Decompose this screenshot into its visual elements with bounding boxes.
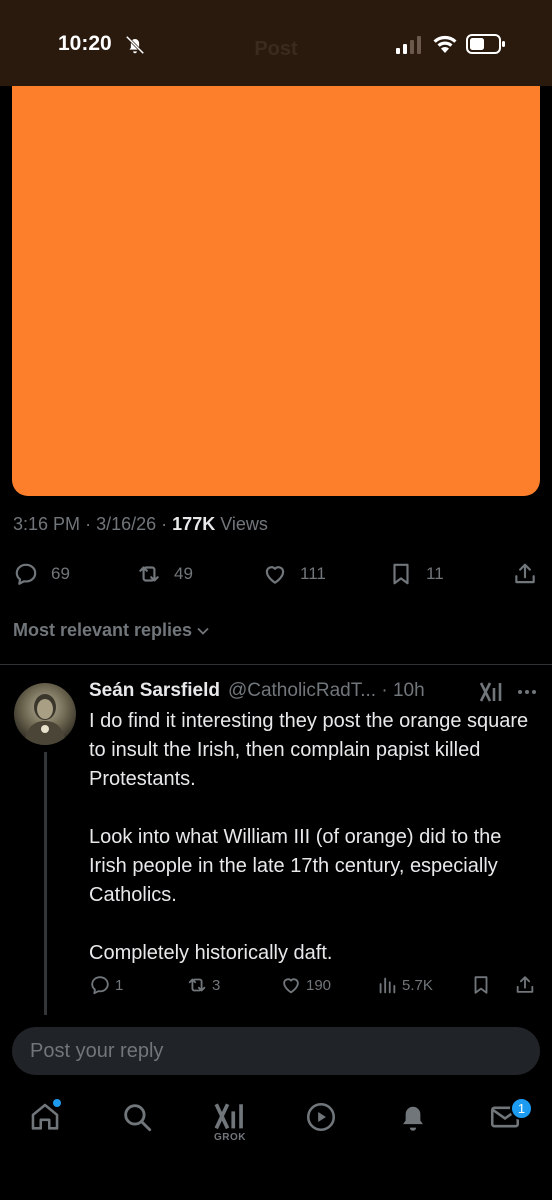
bell-icon: [403, 1106, 423, 1131]
heart-icon: [283, 978, 299, 994]
reply-header: Seán Sarsfield @CatholicRadT... · 10h: [89, 680, 425, 702]
reply-repost-count: 3: [212, 976, 221, 994]
wifi-icon: [433, 35, 457, 53]
post-image[interactable]: [12, 86, 540, 496]
share-icon: [515, 563, 535, 584]
home-unread-dot: [53, 1099, 61, 1107]
nav-search[interactable]: [120, 1100, 160, 1140]
search-icon: [124, 1104, 152, 1132]
avatar[interactable]: [14, 683, 76, 745]
avatar-image: [24, 694, 66, 745]
divider: [0, 664, 552, 665]
reply-reply-count: 1: [115, 976, 124, 994]
reply-text: I do find it interesting they post the o…: [89, 707, 529, 968]
reply-repost-button[interactable]: 3: [186, 972, 220, 998]
signal-icon: [396, 36, 421, 54]
like-button[interactable]: 111: [262, 556, 326, 592]
share-icon: [516, 976, 534, 993]
grok-icon: [214, 1103, 243, 1130]
reply-author-name[interactable]: Seán Sarsfield: [89, 680, 220, 702]
bookmark-icon: [474, 976, 488, 994]
reply-views-button[interactable]: 5.7K: [376, 972, 433, 998]
bottom-nav: [0, 1088, 552, 1200]
more-options-icon[interactable]: [516, 684, 538, 700]
reply-icon: [91, 976, 109, 995]
post-time: 3:16 PM: [13, 514, 81, 534]
reply-share-button[interactable]: [514, 972, 540, 998]
reply-action-bar: 1 3 190 5.7K: [0, 972, 552, 998]
nav-video[interactable]: [304, 1100, 344, 1140]
reply-bookmark-button[interactable]: [470, 972, 496, 998]
repost-icon: [188, 978, 206, 992]
share-button[interactable]: [512, 556, 550, 592]
post-action-bar: 69 49 111 11: [0, 556, 552, 592]
reply-input[interactable]: Post your reply: [12, 1027, 540, 1075]
nav-home[interactable]: [28, 1100, 68, 1140]
heart-icon: [265, 566, 285, 584]
bell-off-icon: [125, 35, 145, 55]
bookmark-icon: [393, 563, 409, 585]
reply-views-count: 5.7K: [402, 976, 433, 994]
reply-like-count: 190: [306, 976, 332, 994]
post-views-label: Views: [220, 514, 268, 534]
handle-separator: ·: [381, 680, 388, 701]
post-date: 3/16/26: [96, 514, 157, 534]
reply-icon: [15, 563, 37, 585]
status-time: 10:20: [58, 32, 112, 55]
bookmark-button[interactable]: 11: [388, 556, 444, 592]
replies-sort-label: Most relevant replies: [13, 620, 193, 640]
repost-count: 49: [174, 564, 193, 583]
like-count: 111: [300, 564, 326, 583]
meta-separator: ·: [161, 514, 168, 534]
reply-paragraph: Completely historically daft.: [89, 942, 333, 964]
reply-age: 10h: [392, 680, 425, 701]
reply-like-button[interactable]: 190: [280, 972, 331, 998]
post-views-count: 177K: [172, 514, 216, 534]
post-timestamp: 3:16 PM · 3/16/26 · 177K Views: [13, 514, 268, 535]
messages-badge: 1: [510, 1097, 533, 1120]
repost-button[interactable]: 49: [136, 556, 193, 592]
repost-icon: [139, 566, 159, 582]
nav-notifications[interactable]: [396, 1100, 436, 1140]
battery-icon: [466, 34, 505, 54]
reply-paragraph: I do find it interesting they post the o…: [89, 710, 529, 790]
play-circle-icon: [306, 1102, 336, 1132]
chevron-down-icon: [197, 627, 209, 635]
grok-icon[interactable]: [478, 680, 504, 704]
reply-count: 69: [51, 564, 70, 583]
status-bar: Post 10:20: [0, 0, 552, 86]
bookmark-count: 11: [426, 564, 444, 583]
reply-author-handle[interactable]: @CatholicRadT... · 10h: [228, 680, 425, 702]
views-icon: [379, 977, 396, 994]
replies-sort-dropdown[interactable]: Most relevant replies: [13, 620, 210, 641]
reply-paragraph: Look into what William III (of orange) d…: [89, 826, 502, 906]
reply-button[interactable]: 69: [13, 556, 70, 592]
reply-reply-button[interactable]: 1: [89, 972, 123, 998]
nav-grok-label: GROK: [214, 1132, 246, 1143]
reply-input-placeholder: Post your reply: [30, 1039, 164, 1062]
handle-text: @CatholicRadT...: [227, 680, 377, 701]
meta-separator: ·: [85, 514, 92, 534]
